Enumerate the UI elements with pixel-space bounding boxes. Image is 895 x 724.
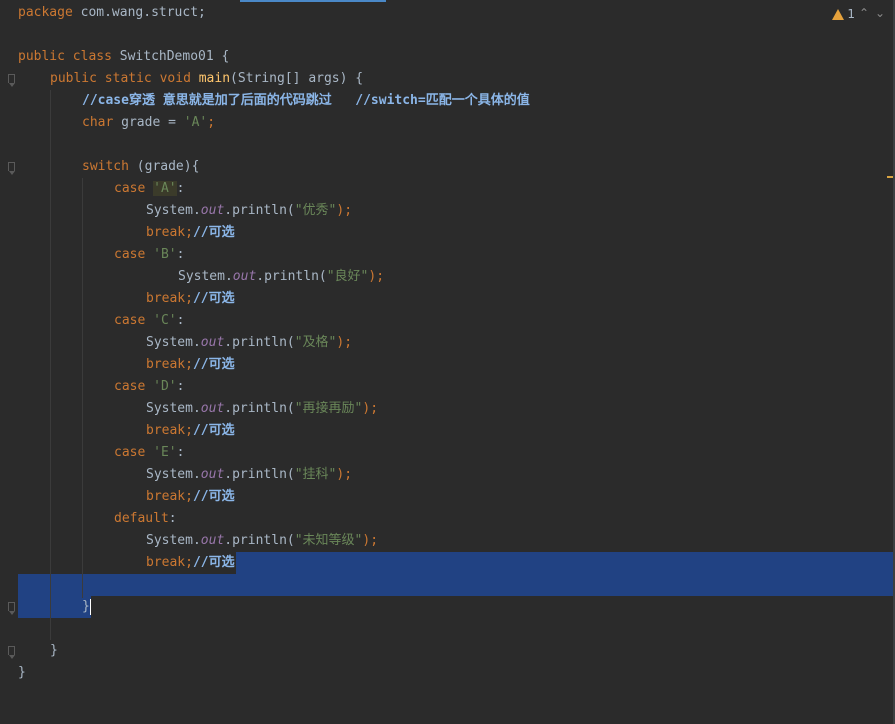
warning-icon xyxy=(832,8,845,20)
code-line: char grade = 'A'; xyxy=(82,115,216,130)
fold-main-end-icon[interactable] xyxy=(8,646,15,659)
break-line: break;//可选 xyxy=(146,291,235,306)
active-tab-indicator xyxy=(240,0,386,2)
println-line: System.out.println("良好"); xyxy=(178,269,385,284)
code-line: } xyxy=(18,665,26,680)
break-line: break;//可选 xyxy=(146,225,235,240)
default-line: default: xyxy=(114,511,177,526)
code-line: package com.wang.struct; xyxy=(18,5,206,20)
code-line: public class SwitchDemo01 { xyxy=(18,49,230,64)
case-line: case 'E': xyxy=(114,445,185,460)
case-line: case 'B': xyxy=(114,247,185,262)
code-editor[interactable]: 1 ⌃ ⌄ package com.wang.struct; public cl… xyxy=(0,0,895,724)
println-line: System.out.println("未知等级"); xyxy=(146,533,379,548)
fold-main-icon[interactable] xyxy=(8,74,15,87)
println-line: System.out.println("及格"); xyxy=(146,335,353,350)
selection xyxy=(236,552,893,574)
code-comment: //case穿透 意思就是加了后面的代码跳过 //switch=匹配一个具体的值 xyxy=(82,93,530,108)
chevron-up-icon[interactable]: ⌃ xyxy=(859,6,869,20)
fold-end-icon[interactable] xyxy=(8,602,15,615)
case-line: case 'C': xyxy=(114,313,185,328)
println-line: System.out.println("挂科"); xyxy=(146,467,353,482)
selection xyxy=(18,574,893,596)
warning-indicator[interactable]: 1 xyxy=(832,7,855,21)
break-line: break;//可选 xyxy=(146,357,235,372)
code-line: } xyxy=(50,643,58,658)
indent-guide xyxy=(50,90,51,640)
println-line: System.out.println("再接再励"); xyxy=(146,401,379,416)
code-line: public static void main(String[] args) { xyxy=(50,71,364,86)
code-line: switch (grade){ xyxy=(82,159,200,174)
break-line: break;//可选 xyxy=(146,555,235,570)
break-line: break;//可选 xyxy=(146,489,235,504)
chevron-down-icon[interactable]: ⌄ xyxy=(875,6,885,20)
code-line: } xyxy=(82,598,91,615)
break-line: break;//可选 xyxy=(146,423,235,438)
indent-guide xyxy=(82,178,83,598)
fold-switch-icon[interactable] xyxy=(8,162,15,175)
println-line: System.out.println("优秀"); xyxy=(146,203,353,218)
gutter xyxy=(0,0,18,724)
case-line: case 'A': xyxy=(114,181,185,196)
selection xyxy=(18,596,91,618)
case-line: case 'D': xyxy=(114,379,185,394)
text-caret xyxy=(89,598,91,615)
